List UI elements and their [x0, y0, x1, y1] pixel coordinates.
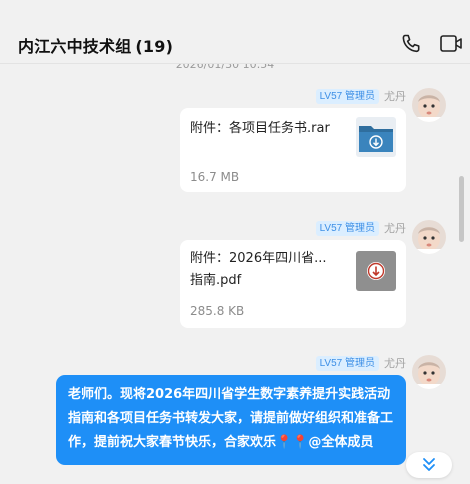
sender-name[interactable]: 尤丹: [384, 220, 406, 236]
chat-header: 内江六中技术组 (19): [0, 0, 470, 64]
file-card[interactable]: 附件：2026年四川省... 指南.pdf 285.8 KB: [180, 240, 406, 328]
admin-badge: LV57 管理员: [315, 355, 379, 371]
file-size: 285.8 KB: [190, 304, 245, 318]
scrollbar-thumb[interactable]: [459, 176, 464, 242]
sender-name[interactable]: 尤丹: [384, 88, 406, 104]
group-name: 内江六中技术组: [18, 37, 132, 56]
file-name: 附件：各项目任务书.rar: [190, 121, 330, 136]
member-count: (19): [135, 37, 174, 56]
sender-name[interactable]: 尤丹: [384, 355, 406, 371]
archive-folder-icon: [356, 117, 396, 157]
group-title: 内江六中技术组 (19): [18, 33, 173, 57]
file-name-line: 指南.pdf: [190, 273, 242, 288]
file-name: 附件：2026年四川省... 指南.pdf: [190, 248, 340, 292]
pdf-file-icon: [356, 251, 396, 291]
text-message-bubble[interactable]: 老师们。现将2026年四川省学生数字素养提升实践活动指南和各项目任务书转发大家，…: [56, 375, 406, 465]
phone-icon[interactable]: [400, 33, 422, 55]
file-card[interactable]: 附件：各项目任务书.rar 16.7 MB: [180, 108, 406, 192]
avatar[interactable]: [412, 88, 446, 122]
message-meta: LV57 管理员 尤丹: [315, 355, 406, 371]
scroll-to-bottom-button[interactable]: [406, 452, 452, 478]
avatar[interactable]: [412, 220, 446, 254]
video-call-icon[interactable]: [439, 33, 462, 55]
file-size: 16.7 MB: [190, 170, 240, 184]
avatar[interactable]: [412, 355, 446, 389]
message-timestamp: 2026/01/30 10:54: [175, 64, 275, 71]
double-chevron-down-icon: [423, 458, 435, 471]
message-list[interactable]: 2026/01/30 10:54 LV57 管理员 尤丹 附件：各项目任务书.r…: [0, 64, 470, 484]
admin-badge: LV57 管理员: [315, 88, 379, 104]
admin-badge: LV57 管理员: [315, 220, 379, 236]
message-meta: LV57 管理员 尤丹: [315, 88, 406, 104]
message-meta: LV57 管理员 尤丹: [315, 220, 406, 236]
file-name-line: 附件：2026年四川省...: [190, 251, 327, 266]
